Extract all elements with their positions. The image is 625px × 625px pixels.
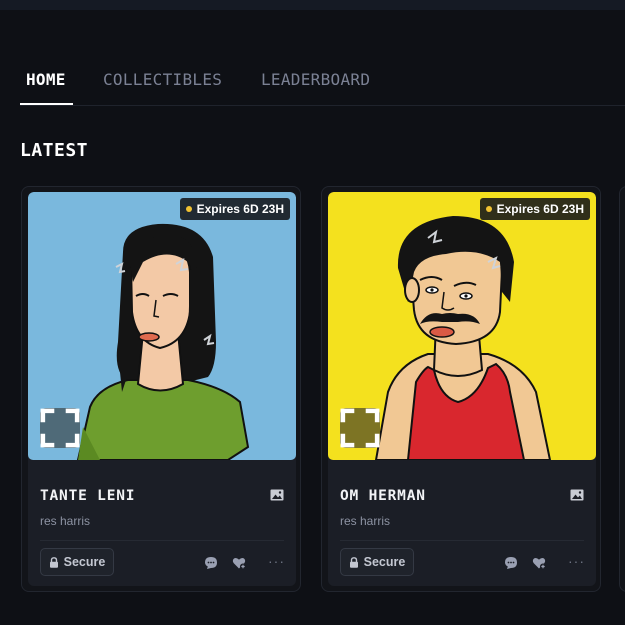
tab-collectibles[interactable]: COLLECTIBLES xyxy=(103,70,222,89)
secure-button[interactable]: Secure xyxy=(340,548,414,576)
expand-icon xyxy=(340,408,380,448)
collectible-card[interactable]: Expires 6D 23H OM HERMAN res harris Secu… xyxy=(321,186,601,592)
comment-icon[interactable] xyxy=(504,556,518,570)
expand-icon xyxy=(40,408,80,448)
image-icon xyxy=(270,489,284,501)
divider xyxy=(40,540,284,541)
card-title[interactable]: TANTE LENI xyxy=(40,488,135,504)
tab-home[interactable]: HOME xyxy=(26,70,66,89)
tab-leaderboard[interactable]: LEADERBOARD xyxy=(261,70,370,89)
heart-plus-icon[interactable] xyxy=(532,556,546,570)
lock-icon xyxy=(49,556,58,568)
top-bar xyxy=(0,0,625,10)
image-icon xyxy=(570,489,584,501)
secure-label: Secure xyxy=(63,555,106,569)
lock-icon xyxy=(349,556,358,568)
card-actions: ··· xyxy=(204,553,285,572)
secure-label: Secure xyxy=(363,555,406,569)
card-artwork[interactable]: Expires 6D 23H xyxy=(328,192,596,460)
expires-badge: Expires 6D 23H xyxy=(179,198,290,220)
section-title: LATEST xyxy=(20,140,89,161)
expand-button[interactable] xyxy=(340,408,380,448)
card-creator[interactable]: res harris xyxy=(340,514,390,528)
status-dot xyxy=(185,206,192,212)
expires-badge: Expires 6D 23H xyxy=(479,198,590,220)
divider xyxy=(340,540,584,541)
card-creator[interactable]: res harris xyxy=(40,514,90,528)
card-title[interactable]: OM HERMAN xyxy=(340,488,426,504)
collectible-card-partial[interactable] xyxy=(619,186,625,592)
comment-icon[interactable] xyxy=(204,556,218,570)
card-artwork[interactable]: Expires 6D 23H xyxy=(28,192,296,460)
heart-plus-icon[interactable] xyxy=(232,556,246,570)
status-dot xyxy=(485,206,492,212)
expand-button[interactable] xyxy=(40,408,80,448)
collectible-card[interactable]: Expires 6D 23H TANTE LENI res harris Sec… xyxy=(21,186,301,592)
expires-text: Expires 6D 23H xyxy=(196,202,284,216)
main-tabs: HOME COLLECTIBLES LEADERBOARD xyxy=(20,60,625,106)
active-tab-indicator xyxy=(20,103,73,105)
expires-text: Expires 6D 23H xyxy=(496,202,584,216)
secure-button[interactable]: Secure xyxy=(40,548,114,576)
more-icon[interactable]: ··· xyxy=(268,553,285,569)
more-icon[interactable]: ··· xyxy=(568,553,585,569)
card-actions: ··· xyxy=(504,553,585,572)
